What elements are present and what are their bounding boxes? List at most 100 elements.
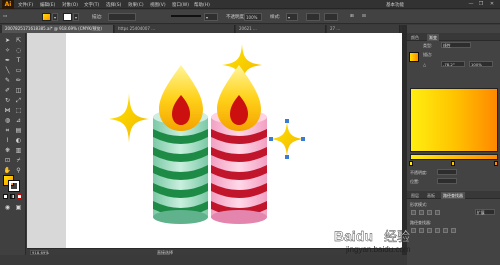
opacity-field[interactable]: 100% xyxy=(244,13,262,21)
blob-brush-tool-icon[interactable]: ✐ xyxy=(3,86,12,95)
menu-window[interactable]: 窗口(W) xyxy=(172,2,189,8)
expand-button[interactable]: 扩展 xyxy=(475,209,495,215)
mesh-tool-icon[interactable]: ⌗ xyxy=(3,126,12,135)
lasso-tool-icon[interactable]: ◌ xyxy=(14,46,23,55)
gradient-opacity-field[interactable] xyxy=(437,169,457,175)
selection-indicator-icon: ▭ xyxy=(3,14,8,19)
brush-dropdown-icon[interactable]: ▾ xyxy=(204,13,218,21)
gradient-tool-icon[interactable]: ▤ xyxy=(14,126,23,135)
menu-object[interactable]: 对象(O) xyxy=(62,2,78,8)
unite-icon[interactable] xyxy=(411,210,416,215)
screen-mode-icon[interactable]: ▣ xyxy=(14,203,23,212)
minimize-icon[interactable]: — xyxy=(468,1,474,7)
sparkle-right xyxy=(271,121,303,157)
none-mode-button[interactable] xyxy=(17,194,22,199)
align-icon[interactable]: ⊞ xyxy=(350,14,354,19)
gradient-stop-start[interactable] xyxy=(409,161,413,166)
rotate-tool-icon[interactable]: ↻ xyxy=(3,96,12,105)
document-setup-button[interactable] xyxy=(306,13,320,21)
zoom-tool-icon[interactable]: ⚲ xyxy=(14,166,23,175)
gradient-mode-button[interactable] xyxy=(10,194,15,199)
paintbrush-tool-icon[interactable]: ✎ xyxy=(3,76,12,85)
maximize-icon[interactable]: ❐ xyxy=(478,1,484,7)
tab-document-3[interactable]: 20621 ... xyxy=(236,25,326,33)
style-dropdown[interactable]: ▾ xyxy=(286,13,298,21)
scale-tool-icon[interactable]: ⤢ xyxy=(14,96,23,105)
tab-document-4[interactable]: 27 ... xyxy=(327,25,400,33)
tab-layers[interactable]: 图层 xyxy=(409,192,421,199)
canvas-area[interactable] xyxy=(27,33,402,248)
artboard-tool-icon[interactable]: ⊡ xyxy=(3,156,12,165)
control-fill-swatch[interactable] xyxy=(42,13,51,21)
exclude-icon[interactable] xyxy=(435,210,440,215)
baidu-logo-icon: Baidu 经验 xyxy=(334,228,410,245)
gradient-stop-mid[interactable] xyxy=(451,161,455,166)
stroke-weight-field[interactable] xyxy=(108,13,136,21)
tab-pathfinder[interactable]: 路径查找器 xyxy=(441,192,465,199)
artboard[interactable] xyxy=(66,33,402,248)
tab-color[interactable]: 颜色 xyxy=(409,34,421,41)
gradient-preview xyxy=(410,88,498,152)
menu-edit[interactable]: 编辑(E) xyxy=(40,2,55,8)
workspace-switcher[interactable]: 基本功能 xyxy=(386,2,404,8)
rectangle-tool-icon[interactable]: ▭ xyxy=(14,66,23,75)
eyedropper-tool-icon[interactable]: ⌇ xyxy=(3,136,12,145)
selection-tool-icon[interactable]: ➤ xyxy=(3,36,12,45)
slice-tool-icon[interactable]: ⌿ xyxy=(14,156,23,165)
symbol-sprayer-tool-icon[interactable]: ❋ xyxy=(3,146,12,155)
brush-stroke-preview[interactable] xyxy=(171,15,201,17)
pen-tool-icon[interactable]: ✒ xyxy=(3,56,12,65)
gradient-location-field[interactable] xyxy=(437,178,457,184)
transform-icon[interactable]: ⊟ xyxy=(362,14,366,19)
color-mode-button[interactable] xyxy=(3,194,8,199)
magic-wand-tool-icon[interactable]: ✧ xyxy=(3,46,12,55)
width-tool-icon[interactable]: ⋈ xyxy=(3,106,12,115)
shape-builder-tool-icon[interactable]: ◍ xyxy=(3,116,12,125)
close-icon[interactable]: ✕ xyxy=(489,1,495,7)
shape-modes-label: 形状模式: xyxy=(410,202,428,207)
menu-file[interactable]: 文件(F) xyxy=(18,2,33,8)
minus-front-icon[interactable] xyxy=(419,210,424,215)
free-transform-tool-icon[interactable]: ⬚ xyxy=(14,106,23,115)
menu-effect[interactable]: 效果(C) xyxy=(128,2,144,8)
aspect-ratio-field[interactable]: 100% xyxy=(469,61,493,67)
draw-normal-icon[interactable]: ◉ xyxy=(3,203,12,212)
tools-panel: ➤ ⇱ ✧ ◌ ✒ T ╲ ▭ ✎ ✏ ✐ ◫ ↻ ⤢ ⋈ ⬚ ◍ ⊿ ⌗ ▤ … xyxy=(0,33,26,255)
perspective-tool-icon[interactable]: ⊿ xyxy=(14,116,23,125)
gradient-thumbnail[interactable] xyxy=(409,52,419,62)
gradient-stop-end[interactable] xyxy=(494,161,498,166)
menu-view[interactable]: 视图(V) xyxy=(150,2,166,8)
gradient-type-select[interactable]: 线性 xyxy=(441,42,471,48)
line-tool-icon[interactable]: ╲ xyxy=(3,66,12,75)
preferences-button[interactable] xyxy=(324,13,338,21)
blend-tool-icon[interactable]: ◐ xyxy=(14,136,23,145)
control-stroke-swatch[interactable] xyxy=(63,13,72,21)
zoom-field[interactable]: 918.69% xyxy=(30,250,49,255)
menu-bar: Ai 文件(F) 编辑(E) 对象(O) 文字(T) 选择(S) 效果(C) 视… xyxy=(0,0,500,9)
hand-tool-icon[interactable]: ✋ xyxy=(3,166,12,175)
type-tool-icon[interactable]: T xyxy=(14,56,23,65)
tab-document-2[interactable]: https 25404007 ... xyxy=(115,25,235,33)
intersect-icon[interactable] xyxy=(427,210,432,215)
direct-selection-tool-icon[interactable]: ⇱ xyxy=(14,36,23,45)
angle-field[interactable]: -78.2° xyxy=(441,61,465,67)
fill-dropdown-icon[interactable]: ▾ xyxy=(52,13,58,21)
style-label: 样式: xyxy=(270,15,281,20)
menu-type[interactable]: 文字(T) xyxy=(84,2,99,8)
tab-artboards[interactable]: 画板 xyxy=(425,192,437,199)
minus-back-icon[interactable] xyxy=(451,228,456,233)
column-graph-tool-icon[interactable]: ▥ xyxy=(14,146,23,155)
stroke-color-swatch[interactable] xyxy=(8,180,20,192)
gradient-slider[interactable] xyxy=(410,154,498,160)
outline-icon[interactable] xyxy=(443,228,448,233)
tab-gradient[interactable]: 渐变 xyxy=(427,34,439,41)
stroke-dropdown-icon[interactable]: ▾ xyxy=(73,13,79,21)
menu-help[interactable]: 帮助(H) xyxy=(194,2,210,8)
tab-active-document[interactable]: 2007825171618385.ai* @ 918.69% (CMYK/预览) xyxy=(2,25,114,33)
pencil-tool-icon[interactable]: ✏ xyxy=(14,76,23,85)
stroke-label: 描边: xyxy=(92,15,103,20)
menu-select[interactable]: 选择(S) xyxy=(106,2,121,8)
candle-artwork[interactable] xyxy=(66,33,402,248)
eraser-tool-icon[interactable]: ◫ xyxy=(14,86,23,95)
status-text: 直接选择 xyxy=(157,250,173,255)
